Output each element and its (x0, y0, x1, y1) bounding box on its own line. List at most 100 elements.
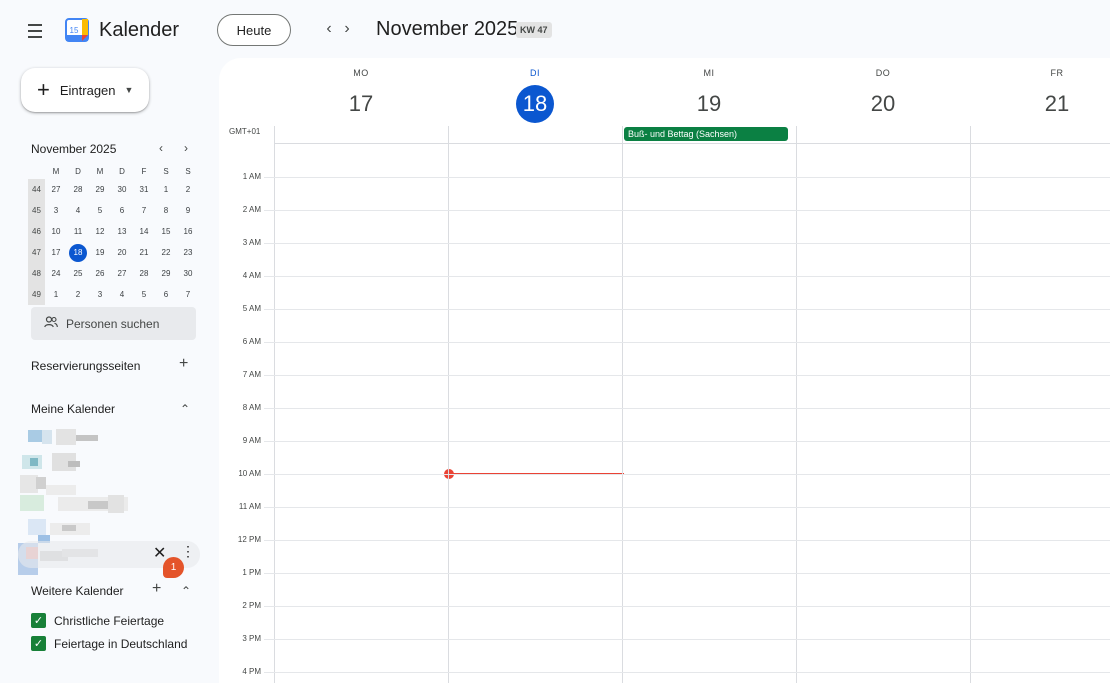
mini-calendar-day[interactable]: 24 (45, 263, 67, 284)
mini-calendar-day[interactable]: 14 (133, 221, 155, 242)
checkbox-checked-icon[interactable]: ✓ (31, 613, 46, 628)
day-column-header: DI 18 (448, 58, 622, 126)
mini-calendar-day[interactable]: 23 (177, 242, 199, 263)
date-button[interactable]: 19 (690, 85, 728, 123)
hour-label: 1 PM (242, 568, 261, 577)
mini-calendar-week-number[interactable]: 44 (28, 179, 45, 200)
my-calendars-label[interactable]: Meine Kalender (31, 402, 115, 416)
mini-calendar-day[interactable]: 7 (177, 284, 199, 305)
other-calendar-label: Christliche Feiertage (54, 613, 165, 628)
mini-calendar-week-row: 48 24 25 26 27 28 29 30 (28, 263, 200, 284)
mini-calendar-day[interactable]: 8 (155, 200, 177, 221)
mini-calendar-day[interactable]: 3 (45, 200, 67, 221)
checkbox-checked-icon[interactable]: ✓ (31, 636, 46, 651)
mini-calendar-next-icon[interactable]: › (184, 141, 188, 155)
mini-calendar-day[interactable]: 6 (155, 284, 177, 305)
calendar-logo-icon: 15 (65, 18, 89, 42)
hour-label: 12 PM (237, 535, 261, 544)
date-button[interactable]: 21 (1038, 85, 1076, 123)
hour-gridline (264, 474, 1110, 475)
hour-label: 3 PM (242, 634, 261, 643)
mini-calendar-day[interactable]: 6 (111, 200, 133, 221)
mini-calendar-day[interactable]: 25 (67, 263, 89, 284)
mini-calendar-day[interactable]: 4 (111, 284, 133, 305)
add-other-calendar-icon[interactable]: + (152, 580, 161, 598)
week-number-badge: KW 47 (516, 22, 552, 38)
mini-calendar-day[interactable]: 2 (67, 284, 89, 305)
collapse-other-calendars-icon[interactable]: ⌃ (181, 584, 191, 598)
hour-gridline (264, 540, 1110, 541)
collapse-my-calendars-icon[interactable]: ⌃ (180, 402, 190, 416)
mini-calendar-day[interactable]: 19 (89, 242, 111, 263)
mini-calendar-weekday: S (185, 166, 191, 176)
mini-calendar-day[interactable]: 12 (89, 221, 111, 242)
mini-calendar-day[interactable]: 27 (111, 263, 133, 284)
mini-calendar-day[interactable]: 30 (111, 179, 133, 200)
mini-calendar-day[interactable]: 5 (89, 200, 111, 221)
all-day-event[interactable]: Buß- und Bettag (Sachsen) (624, 127, 788, 141)
mini-calendar-day[interactable]: 28 (133, 263, 155, 284)
date-button[interactable]: 17 (342, 85, 380, 123)
mini-calendar-week-number[interactable]: 48 (28, 263, 45, 284)
mini-calendar-weekday: D (119, 166, 125, 176)
mini-calendar-day[interactable]: 27 (45, 179, 67, 200)
mini-calendar-day[interactable]: 17 (45, 242, 67, 263)
mini-calendar-day[interactable]: 13 (111, 221, 133, 242)
mini-calendar-day[interactable]: 15 (155, 221, 177, 242)
other-calendar-label: Feiertage in Deutschland (54, 636, 188, 651)
mini-calendar-day[interactable]: 30 (177, 263, 199, 284)
next-week-icon[interactable]: › (336, 18, 358, 40)
period-title: November 2025 (376, 18, 519, 40)
mini-calendar-day[interactable]: 22 (155, 242, 177, 263)
mini-calendar-week-number[interactable]: 47 (28, 242, 45, 263)
hour-gridline (264, 342, 1110, 343)
mini-calendar-day[interactable]: 16 (177, 221, 199, 242)
today-button[interactable]: Heute (217, 14, 291, 46)
mini-calendar-day[interactable]: 18 (67, 242, 89, 263)
create-button[interactable]: + Eintragen ▼ (21, 68, 149, 112)
notification-badge: 1 (163, 557, 184, 578)
mini-calendar-week-number[interactable]: 49 (28, 284, 45, 305)
mini-calendar-week-row: 46 10 11 12 13 14 15 16 (28, 221, 200, 242)
add-booking-page-icon[interactable]: + (179, 355, 188, 373)
mini-calendar-week-number[interactable]: 46 (28, 221, 45, 242)
mini-calendar-day[interactable]: 9 (177, 200, 199, 221)
people-search-input[interactable]: Personen suchen (31, 307, 196, 340)
people-icon (44, 316, 58, 331)
date-button[interactable]: 20 (864, 85, 902, 123)
hour-label: 7 AM (242, 370, 261, 379)
mini-calendar: MDMDFSS 44 27 28 29 30 31 1 2 45 3 4 5 6 7 8 9 46 10 11 12 1… (28, 163, 200, 305)
mini-calendar-today-marker: 18 (69, 243, 87, 262)
mini-calendar-day[interactable]: 20 (111, 242, 133, 263)
mini-calendar-day[interactable]: 5 (133, 284, 155, 305)
mini-calendar-day[interactable]: 26 (89, 263, 111, 284)
mini-calendar-day[interactable]: 1 (155, 179, 177, 200)
mini-calendar-day[interactable]: 21 (133, 242, 155, 263)
mini-calendar-day[interactable]: 2 (177, 179, 199, 200)
day-of-week-label: FR (1050, 68, 1064, 78)
day-of-week-label: DO (875, 68, 891, 78)
hour-label: 2 PM (242, 601, 261, 610)
hour-gridline (264, 441, 1110, 442)
mini-calendar-day[interactable]: 10 (45, 221, 67, 242)
mini-calendar-day[interactable]: 11 (67, 221, 89, 242)
mini-calendar-day[interactable]: 7 (133, 200, 155, 221)
mini-calendar-week-number[interactable]: 45 (28, 200, 45, 221)
mini-calendar-day[interactable]: 29 (89, 179, 111, 200)
other-calendar-item[interactable]: ✓ Feiertage in Deutschland (31, 636, 187, 651)
mini-calendar-day[interactable]: 3 (89, 284, 111, 305)
mini-calendar-prev-icon[interactable]: ‹ (159, 141, 163, 155)
mini-calendar-day[interactable]: 1 (45, 284, 67, 305)
hour-label: 4 PM (242, 667, 261, 676)
mini-calendar-day[interactable]: 29 (155, 263, 177, 284)
mini-calendar-day[interactable]: 28 (67, 179, 89, 200)
other-calendar-item[interactable]: ✓ Christliche Feiertage (31, 613, 164, 628)
day-column-header: MO 17 (274, 58, 448, 126)
mini-calendar-day[interactable]: 4 (67, 200, 89, 221)
mini-calendar-day[interactable]: 31 (133, 179, 155, 200)
more-options-icon[interactable]: ⋮ (181, 544, 195, 558)
other-calendars-label[interactable]: Weitere Kalender (31, 584, 124, 598)
today-date-button[interactable]: 18 (516, 85, 554, 123)
main-menu-icon[interactable] (22, 20, 48, 42)
booking-pages-label: Reservierungsseiten (31, 359, 141, 373)
